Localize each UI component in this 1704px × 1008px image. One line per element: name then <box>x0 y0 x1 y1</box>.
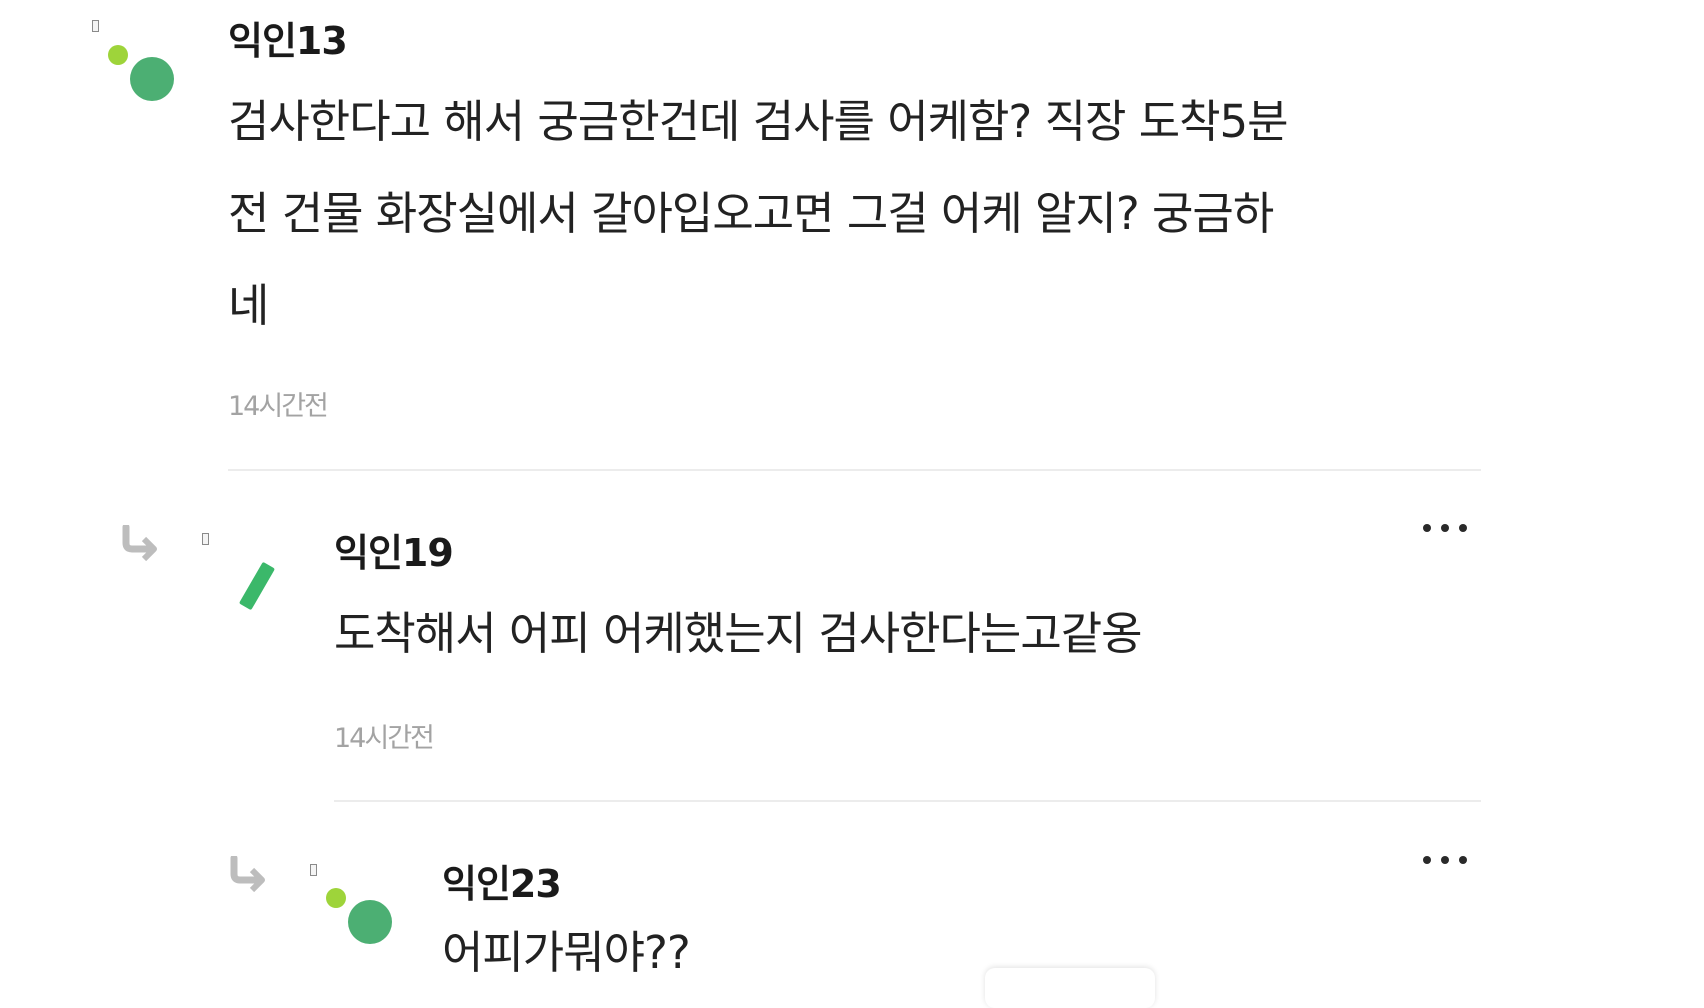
avatar-dots-icon <box>326 888 392 944</box>
comment-author: 익인19 <box>334 531 454 575</box>
comment-body: 도착해서 어피 어케했는지 검사한다는고같옹 <box>334 588 1484 680</box>
more-options-button[interactable] <box>1421 514 1481 544</box>
comment-body-line: 네 <box>228 279 269 332</box>
comment-body: 검사한다고 해서 궁금한건데 검사를 어케함? 직장 도착5분 전 건물 화장실… <box>228 76 1498 352</box>
comment-body-line: 어피가뭐야?? <box>442 926 691 979</box>
floating-card[interactable] <box>985 968 1155 1008</box>
comment-divider <box>334 800 1481 802</box>
reply-arrow-icon <box>230 856 265 892</box>
comment-body: 어피가뭐야?? <box>442 916 1442 990</box>
comment-body-line: 검사한다고 해서 궁금한건데 검사를 어케함? 직장 도착5분 <box>228 95 1289 148</box>
more-options-button[interactable] <box>1421 846 1481 876</box>
comment-author: 익인13 <box>228 19 348 63</box>
comment-timestamp: 14시간전 <box>334 723 435 754</box>
anon-mark-icon <box>92 20 99 32</box>
avatar-slash-icon <box>239 562 275 610</box>
comment-timestamp: 14시간전 <box>228 391 329 422</box>
comment-author: 익인23 <box>442 862 562 906</box>
avatar-dots-icon <box>108 45 174 101</box>
comment-divider <box>228 469 1481 471</box>
comment-body-line: 전 건물 화장실에서 갈아입오고면 그걸 어케 알지? 궁금하 <box>228 187 1274 240</box>
anon-mark-icon <box>202 533 209 545</box>
comment-body-line: 도착해서 어피 어케했는지 검사한다는고같옹 <box>334 607 1143 660</box>
anon-mark-icon <box>310 864 317 876</box>
reply-arrow-icon <box>122 525 157 561</box>
